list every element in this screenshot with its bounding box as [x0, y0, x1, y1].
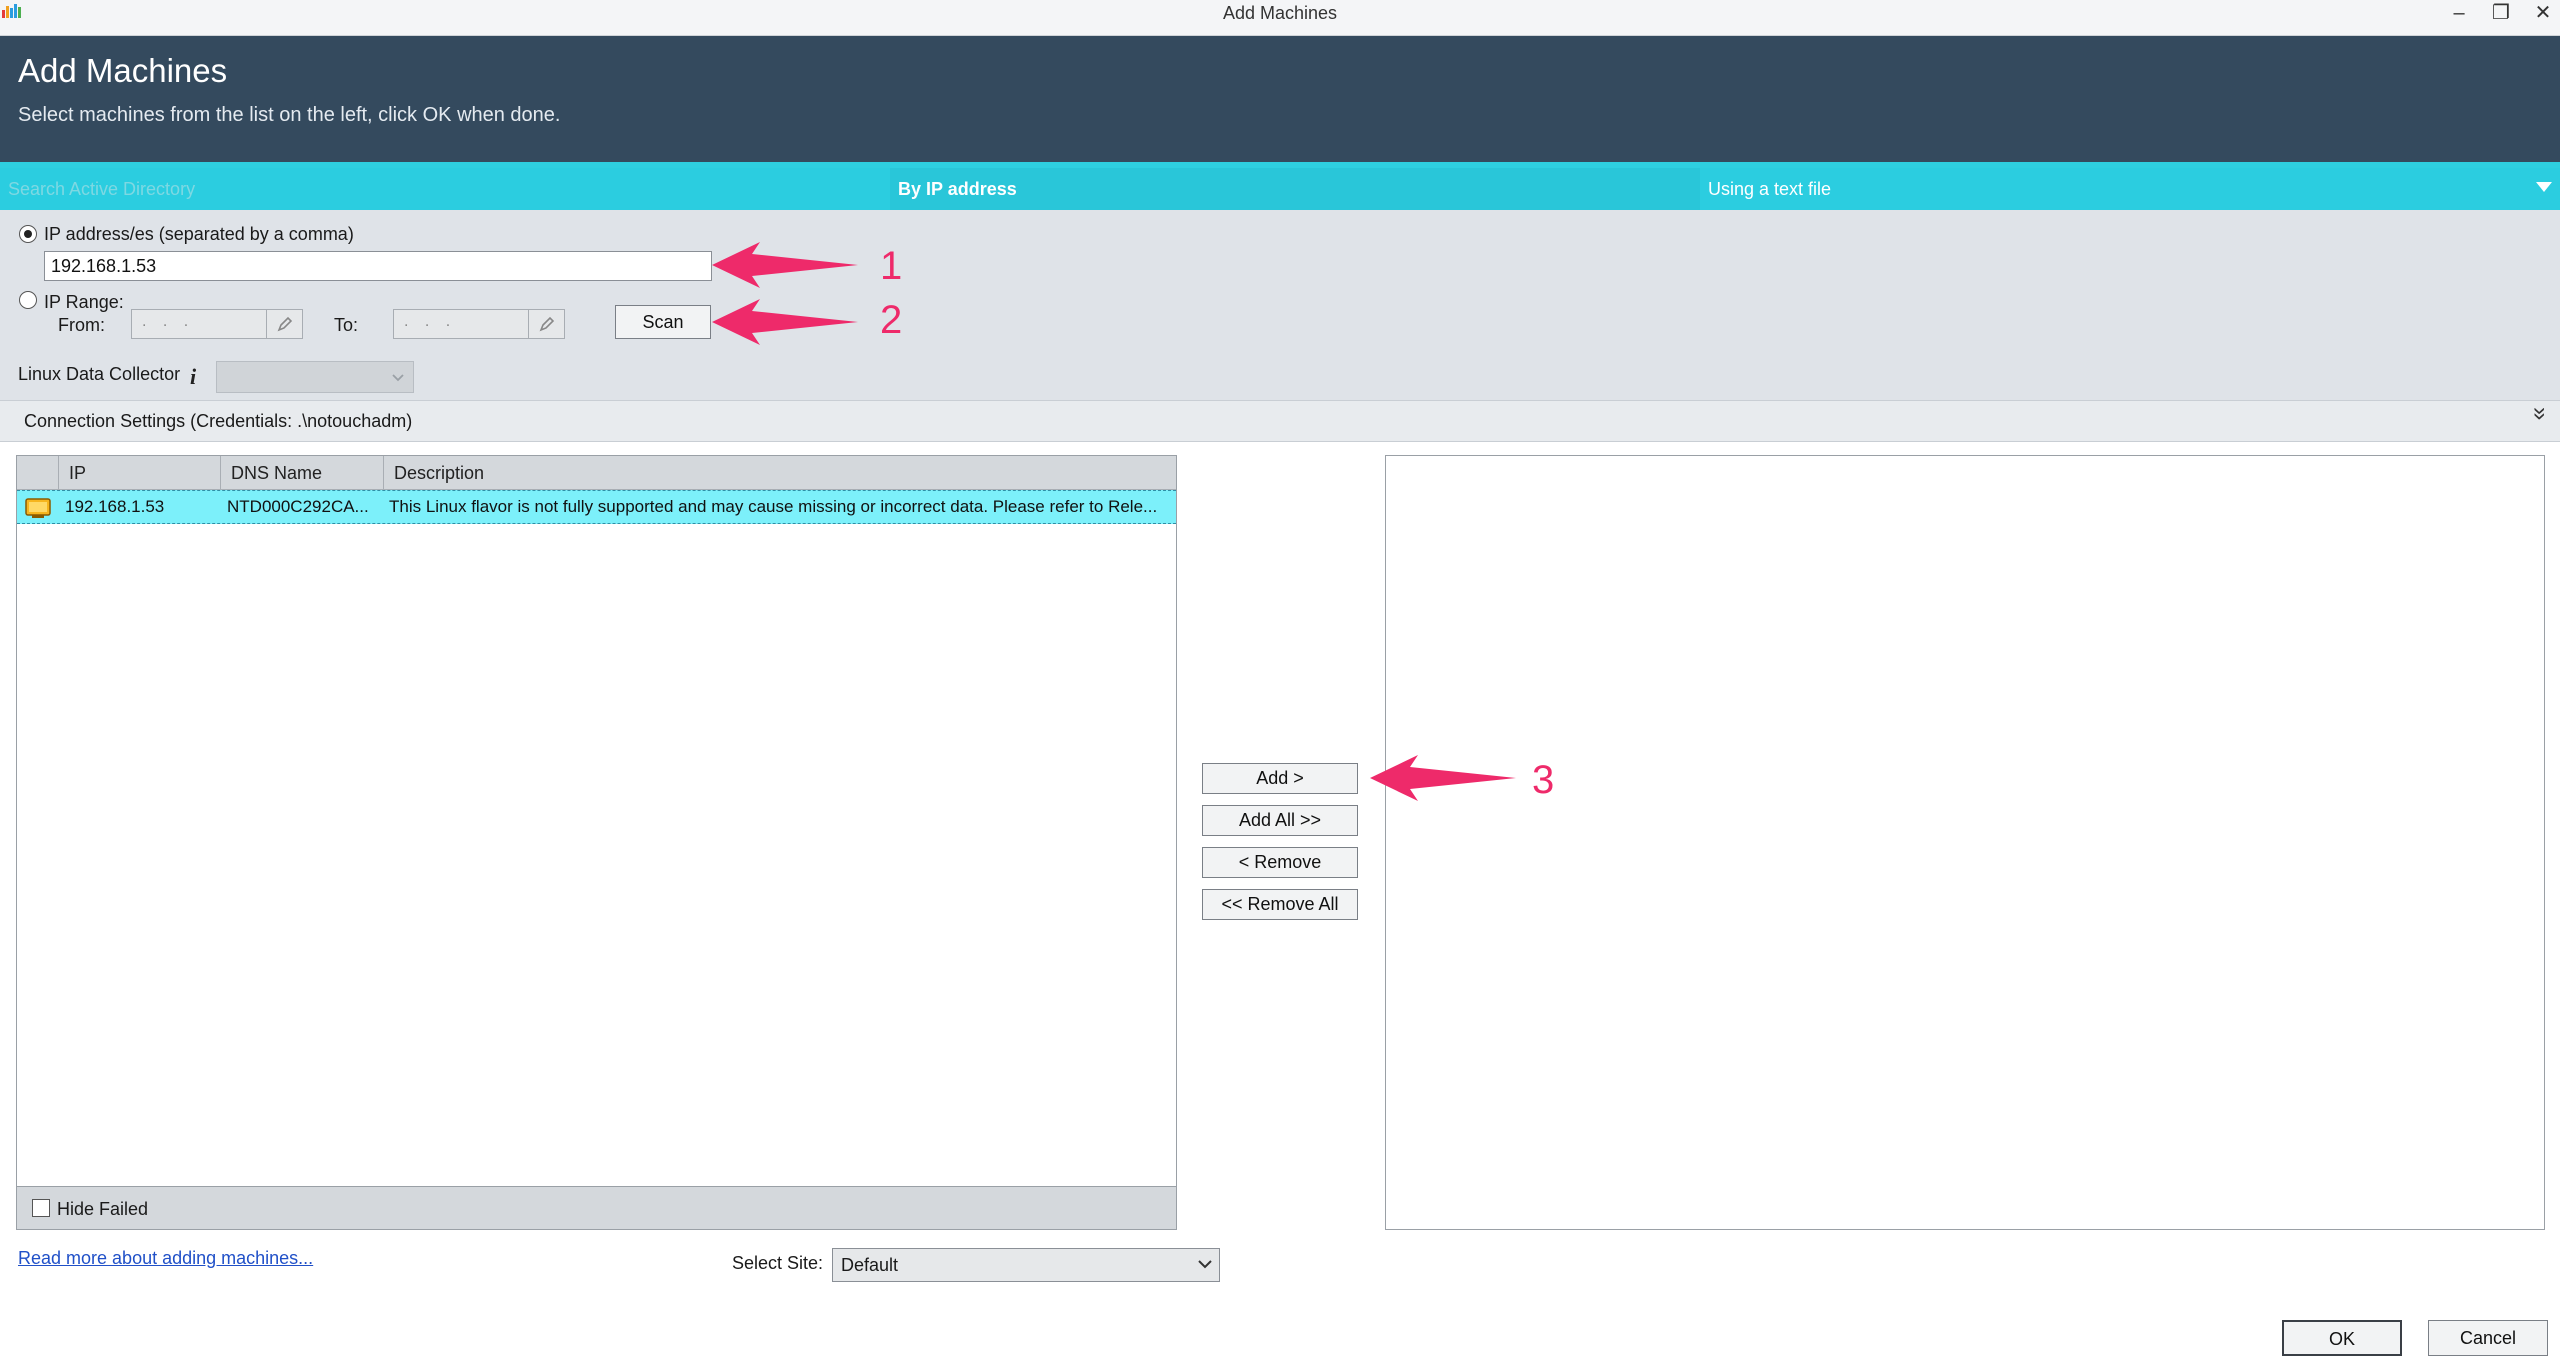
row-description-cell: This Linux flavor is not fully supported… — [389, 497, 1158, 516]
dialog-subtitle: Select machines from the list on the lef… — [18, 104, 561, 126]
add-all-button[interactable]: Add All >> — [1202, 805, 1358, 836]
ip-range-from-field[interactable]: . . . — [131, 309, 303, 339]
ip-range-from-placeholder: . . . — [142, 313, 195, 330]
tab-overflow-dropdown-icon[interactable] — [2536, 182, 2552, 192]
chevron-down-icon — [1198, 1260, 1212, 1269]
column-header-dns-name[interactable]: DNS Name — [220, 456, 383, 490]
ok-button[interactable]: OK — [2282, 1320, 2402, 1356]
hide-failed-label: Hide Failed — [57, 1199, 149, 1219]
callout-arrow-3-icon — [1370, 755, 1516, 801]
callout-number-2: 2 — [880, 298, 903, 342]
dialog-title: Add Machines — [18, 52, 228, 89]
tab-using-text-file[interactable]: Using a text file — [1700, 168, 2560, 210]
ip-addresses-radio[interactable] — [19, 225, 37, 243]
callout-arrow-1-icon — [712, 242, 858, 288]
list-footer — [16, 1186, 1177, 1230]
chevron-down-icon — [392, 374, 404, 382]
callout-number-1: 1 — [880, 244, 903, 288]
select-site-label: Select Site: — [732, 1253, 824, 1273]
tab-search-active-directory[interactable]: Search Active Directory — [0, 168, 890, 210]
pencil-icon — [277, 316, 292, 332]
selected-machines-list[interactable] — [1385, 455, 2545, 1230]
dialog-header — [0, 36, 2560, 162]
close-button[interactable]: ✕ — [2528, 0, 2558, 26]
column-header-ip[interactable]: IP — [58, 456, 220, 490]
connection-settings-label: Connection Settings (Credentials: .\noto… — [24, 411, 413, 431]
hide-failed-checkbox[interactable] — [32, 1199, 50, 1217]
add-button[interactable]: Add > — [1202, 763, 1358, 794]
ip-addresses-label: IP address/es (separated by a comma) — [44, 224, 354, 244]
ip-range-to-placeholder: . . . — [404, 313, 457, 330]
column-header-description[interactable]: Description — [383, 456, 1176, 490]
ip-range-to-label: To: — [334, 315, 359, 335]
cancel-button[interactable]: Cancel — [2428, 1320, 2548, 1356]
ip-range-label: IP Range: — [44, 292, 124, 312]
callout-number-3: 3 — [1532, 758, 1555, 802]
pencil-icon — [539, 316, 554, 332]
ip-range-to-edit-button[interactable] — [528, 310, 564, 338]
machine-warning-icon — [25, 498, 51, 518]
ip-range-from-label: From: — [58, 315, 105, 335]
window-title: Add Machines — [1222, 3, 1338, 23]
scan-button[interactable]: Scan — [615, 305, 711, 339]
ip-range-to-field[interactable]: . . . — [393, 309, 565, 339]
read-more-link[interactable]: Read more about adding machines... — [18, 1248, 313, 1269]
linux-data-collector-label: Linux Data Collector — [18, 364, 181, 384]
info-icon[interactable]: i — [190, 366, 208, 388]
tab-by-ip-address[interactable]: By IP address — [890, 168, 1700, 210]
ip-addresses-input[interactable] — [44, 251, 712, 281]
available-machines-list[interactable] — [16, 455, 1177, 1230]
expand-chevron-icon[interactable]: » — [2525, 407, 2555, 427]
linux-data-collector-select[interactable] — [216, 361, 414, 393]
select-site-dropdown[interactable]: Default — [832, 1248, 1220, 1282]
remove-all-button[interactable]: << Remove All — [1202, 889, 1358, 920]
minimize-button[interactable]: – — [2444, 0, 2474, 26]
callout-arrow-2-icon — [712, 299, 858, 345]
ip-range-radio[interactable] — [19, 291, 37, 309]
ip-range-from-edit-button[interactable] — [266, 310, 302, 338]
remove-button[interactable]: < Remove — [1202, 847, 1358, 878]
row-dns-cell: NTD000C292CA... — [227, 497, 369, 516]
row-ip-cell: 192.168.1.53 — [65, 497, 165, 516]
restore-button[interactable]: ❐ — [2486, 0, 2516, 26]
